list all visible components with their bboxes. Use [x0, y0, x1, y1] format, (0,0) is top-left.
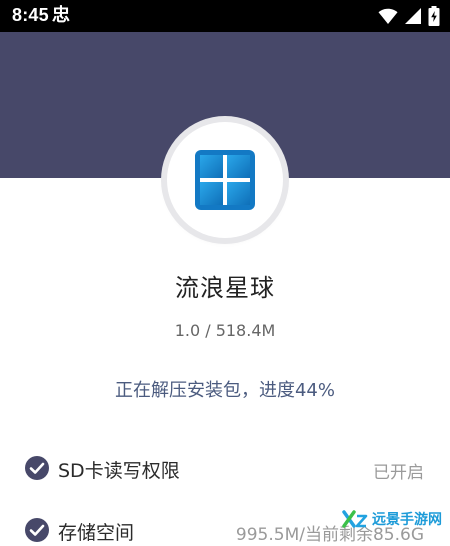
status-bar: 8:45 忠 [0, 0, 450, 32]
app-name: 流浪星球 [175, 274, 275, 302]
watermark-text: 远景手游网 [372, 511, 442, 527]
status-icons [378, 6, 440, 26]
wifi-icon [378, 8, 398, 24]
status-time: 8:45 [12, 5, 49, 25]
watermark: 远景手游网 [342, 509, 442, 529]
permission-status: 已开启 [373, 463, 424, 483]
check-circle-icon [25, 518, 49, 542]
app-icon-frame [167, 122, 283, 238]
install-progress-text: 正在解压安装包，进度44% [114, 380, 335, 401]
windows-logo-icon [195, 150, 255, 210]
permission-row-sd: SD卡读写权限 已开启 [0, 448, 450, 488]
version-size: 1.0 / 518.4M [174, 321, 276, 340]
xz-logo-icon [342, 510, 368, 528]
install-screen: 8:45 忠 流浪星球 1.0 / 518.4M 正在解压安装包，进度44% S… [0, 0, 450, 546]
battery-charging-icon [428, 6, 440, 26]
notification-app-icon: 忠 [52, 5, 70, 26]
permission-label: 存储空间 [58, 522, 135, 544]
permission-label: SD卡读写权限 [58, 460, 180, 482]
signal-icon [405, 8, 421, 24]
check-circle-icon [25, 456, 49, 480]
